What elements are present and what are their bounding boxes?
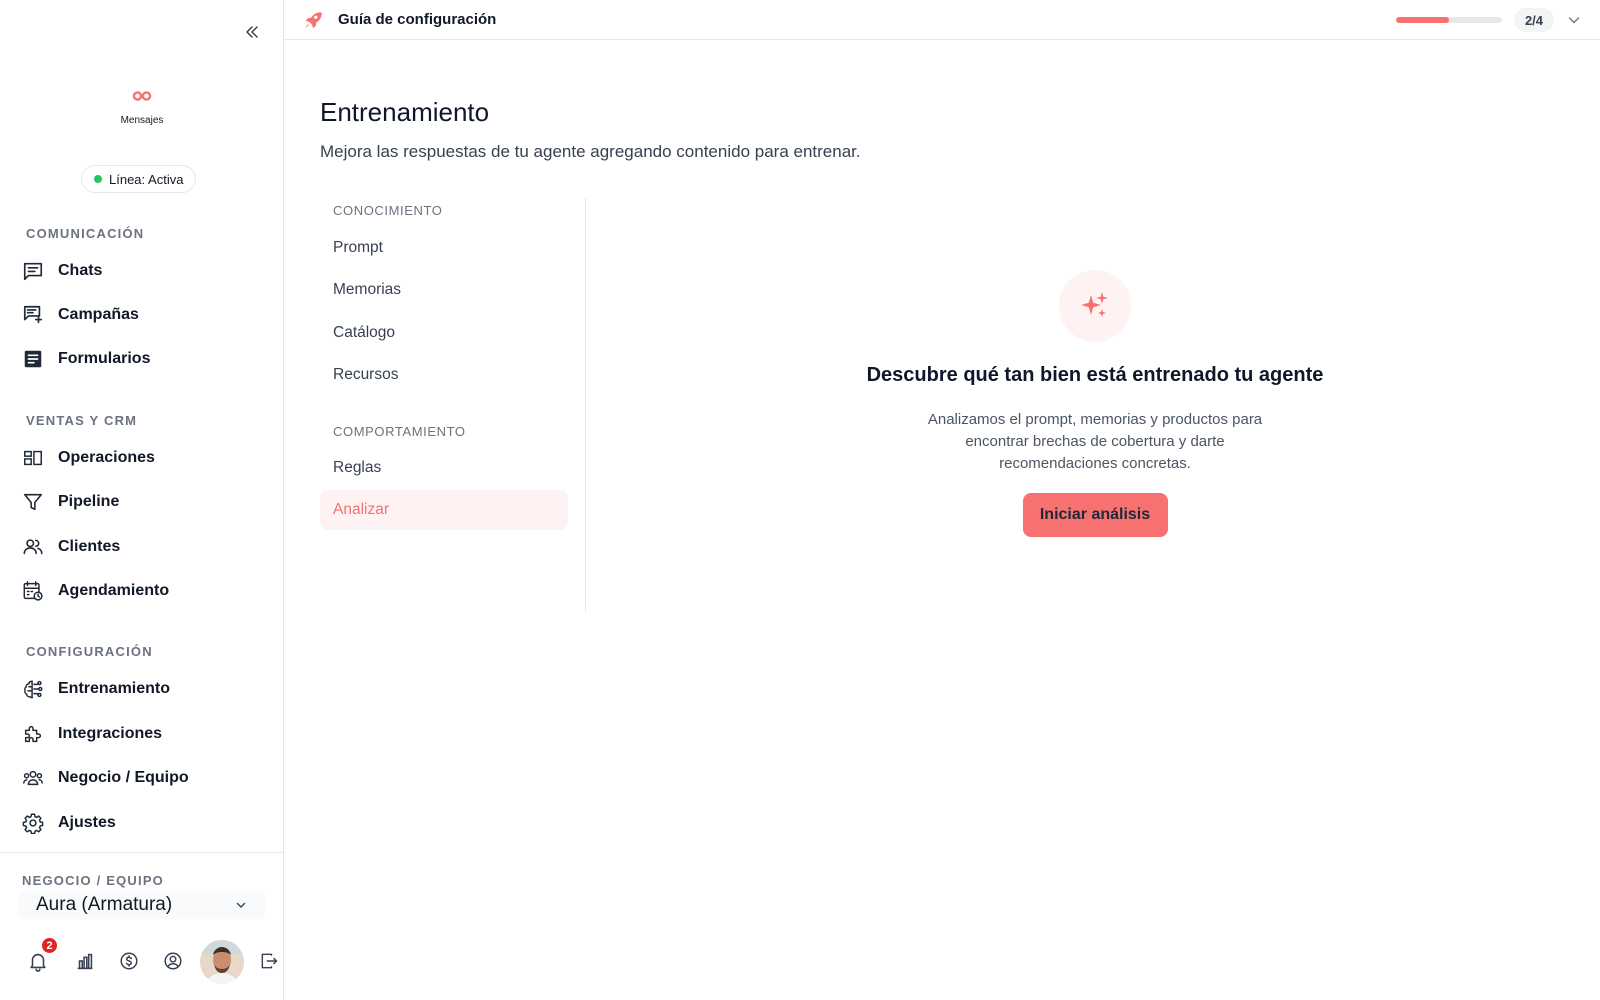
billing-button[interactable]: [118, 950, 140, 972]
analytics-button[interactable]: [74, 950, 96, 972]
sparkle-badge: [1059, 270, 1131, 342]
sidebar-item-training[interactable]: Entrenamiento: [22, 673, 262, 705]
logout-icon: [261, 953, 278, 969]
profile-button[interactable]: [162, 950, 184, 972]
sidebar-item-label: Operaciones: [58, 449, 155, 466]
setup-progress-bar: [1396, 17, 1502, 23]
empty-state-title: Descubre qué tan bien está entrenado tu …: [866, 364, 1324, 386]
sidebar-item-forms[interactable]: Formularios: [22, 343, 262, 375]
infinity-logo-icon: [132, 91, 152, 101]
training-subnav: CONOCIMIENTO Prompt Memorias Catálogo Re…: [320, 198, 586, 612]
chevron-down-icon: [236, 902, 246, 908]
sidebar-item-label: Chats: [58, 262, 103, 279]
avatar-photo-icon: [200, 940, 244, 984]
brain-icon: [24, 680, 43, 699]
start-analysis-button[interactable]: Iniciar análisis: [1022, 493, 1168, 537]
subnav-item-memories[interactable]: Memorias: [320, 270, 568, 310]
team-icon: [23, 770, 43, 786]
form-icon: [24, 350, 42, 368]
chat-icon: [23, 262, 43, 281]
sidebar-item-label: Formularios: [58, 350, 151, 367]
user-circle-icon: [164, 952, 182, 970]
sidebar-item-scheduling[interactable]: Agendamiento: [22, 575, 262, 607]
sidebar-item-label: Entrenamiento: [58, 680, 171, 697]
sidebar-item-label: Clientes: [58, 538, 121, 555]
setup-progress-fill: [1396, 17, 1449, 23]
sidebar-item-settings[interactable]: Ajustes: [22, 807, 262, 839]
sidebar-bottom-bar: 2: [0, 936, 284, 992]
status-text: Línea: Activa: [109, 171, 184, 187]
rocket-icon: [304, 12, 322, 29]
users-icon: [23, 539, 43, 555]
status-dot: [94, 175, 102, 183]
section-title-communication: COMUNICACIÓN: [26, 226, 145, 241]
sidebar-item-operations[interactable]: Operaciones: [22, 442, 262, 474]
line-status-badge[interactable]: Línea: Activa: [81, 165, 197, 193]
logout-button[interactable]: [259, 950, 281, 972]
double-chevron-left-icon: [246, 26, 258, 38]
sidebar-item-integrations[interactable]: Integraciones: [22, 718, 262, 750]
subnav-heading-behavior: COMPORTAMIENTO: [333, 424, 466, 439]
puzzle-icon: [24, 725, 42, 743]
empty-state-description: Analizamos el prompt, memorias y product…: [927, 411, 1263, 472]
page-subtitle: Mejora las respuestas de tu agente agreg…: [320, 142, 861, 161]
setup-guide-title: Guía de configuración: [338, 11, 497, 28]
sidebar-item-pipeline[interactable]: Pipeline: [22, 486, 262, 518]
setup-step-counter: 2/4: [1514, 8, 1554, 32]
subnav-heading-knowledge: CONOCIMIENTO: [333, 203, 443, 218]
business-selected-value: Aura (Armatura): [36, 894, 173, 915]
gear-icon: [22, 813, 44, 834]
chevron-down-icon[interactable]: [1566, 12, 1582, 28]
campaign-icon: [23, 305, 43, 324]
sidebar-item-label: Pipeline: [58, 493, 120, 510]
logo-label: Mensajes: [120, 115, 164, 126]
subnav-item-resources[interactable]: Recursos: [320, 355, 568, 395]
section-title-configuration: CONFIGURACIÓN: [26, 644, 153, 659]
sidebar-item-clients[interactable]: Clientes: [22, 531, 262, 563]
dollar-circle-icon: [120, 952, 138, 970]
sparkles-icon: [1081, 292, 1108, 317]
section-title-sales-crm: VENTAS Y CRM: [26, 413, 138, 428]
subnav-item-analyze[interactable]: Analizar: [320, 490, 568, 530]
sidebar-item-label: Negocio / Equipo: [58, 769, 189, 786]
subnav-item-prompt[interactable]: Prompt: [320, 228, 568, 268]
notification-count-badge: 2: [40, 936, 59, 955]
user-avatar[interactable]: [200, 940, 244, 984]
setup-guide-bar[interactable]: Guía de configuración 2/4: [284, 0, 1600, 40]
collapse-sidebar-button[interactable]: [240, 20, 264, 44]
sidebar-item-label: Ajustes: [58, 814, 116, 831]
sidebar: Mensajes Línea: Activa COMUNICACIÓN Chat…: [0, 0, 284, 1000]
sidebar-item-label: Agendamiento: [58, 582, 170, 599]
analysis-empty-state: Descubre qué tan bien está entrenado tu …: [590, 270, 1600, 537]
page-title: Entrenamiento: [320, 97, 490, 127]
sidebar-item-label: Campañas: [58, 306, 139, 323]
filter-icon: [23, 493, 43, 511]
sidebar-item-campaigns[interactable]: Campañas: [22, 299, 262, 331]
app-logo[interactable]: Mensajes: [0, 88, 284, 126]
business-select[interactable]: Aura (Armatura): [18, 891, 265, 919]
sidebar-item-label: Integraciones: [58, 725, 163, 742]
operations-icon: [24, 450, 42, 466]
business-section-title: NEGOCIO / EQUIPO: [22, 873, 164, 888]
sidebar-divider: [0, 852, 284, 853]
calendar-icon: [23, 581, 43, 601]
subnav-item-rules[interactable]: Reglas: [320, 448, 568, 488]
sidebar-item-chats[interactable]: Chats: [22, 255, 262, 287]
subnav-item-catalog[interactable]: Catálogo: [320, 313, 568, 353]
sidebar-item-business-team[interactable]: Negocio / Equipo: [22, 762, 262, 794]
bar-chart-icon: [77, 953, 93, 970]
